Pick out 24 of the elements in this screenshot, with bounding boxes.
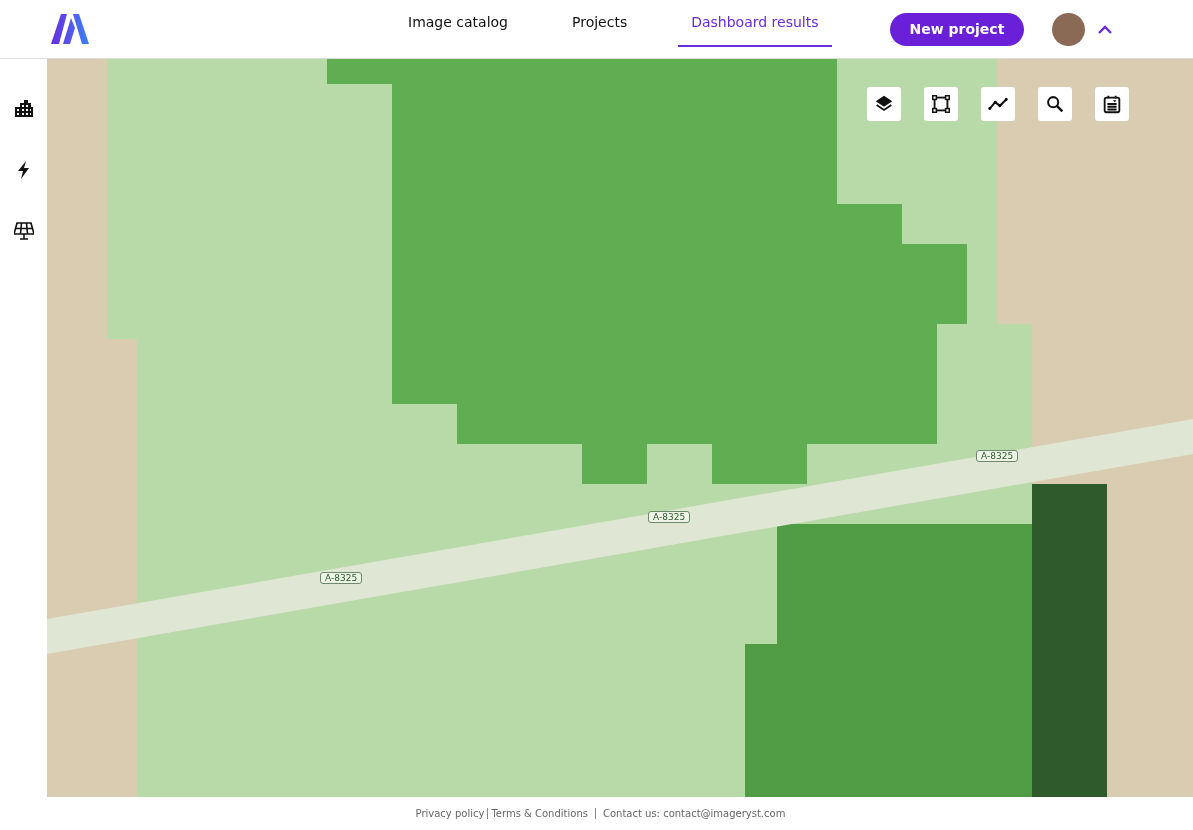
caret-icon[interactable] — [1098, 24, 1113, 34]
footer-link[interactable]: Privacy policy — [415, 808, 485, 819]
calendar-button[interactable] — [1095, 87, 1129, 121]
nav-tab[interactable]: Image catalog — [395, 0, 521, 47]
new-project-button[interactable]: New project — [889, 12, 1025, 46]
calendar-icon — [1101, 93, 1123, 115]
avatar[interactable] — [1052, 12, 1086, 46]
building-icon[interactable] — [13, 99, 34, 118]
road-label: A-8325 — [976, 450, 1019, 462]
square-selection-icon — [930, 93, 952, 115]
layers-button[interactable] — [867, 87, 901, 121]
line-chart-button[interactable] — [981, 87, 1015, 121]
road-label: A-8325 — [648, 511, 691, 523]
nav-tab[interactable]: Projects — [559, 0, 641, 47]
search-icon — [1044, 93, 1066, 115]
satellite-map[interactable]: A-8325 A-8325 A-8325 — [47, 59, 1193, 797]
road-label: A-8325 — [320, 572, 363, 584]
search-button[interactable] — [1038, 87, 1072, 121]
nav-tab[interactable]: Dashboard results — [678, 0, 832, 47]
square-selection-button[interactable] — [924, 87, 958, 121]
footer-link[interactable]: Terms & Conditions — [491, 808, 588, 819]
solar-panel-icon[interactable] — [13, 221, 34, 240]
logo-icon[interactable] — [51, 14, 89, 44]
footer-link[interactable]: Contact us: contact@imageryst.com — [602, 808, 786, 819]
